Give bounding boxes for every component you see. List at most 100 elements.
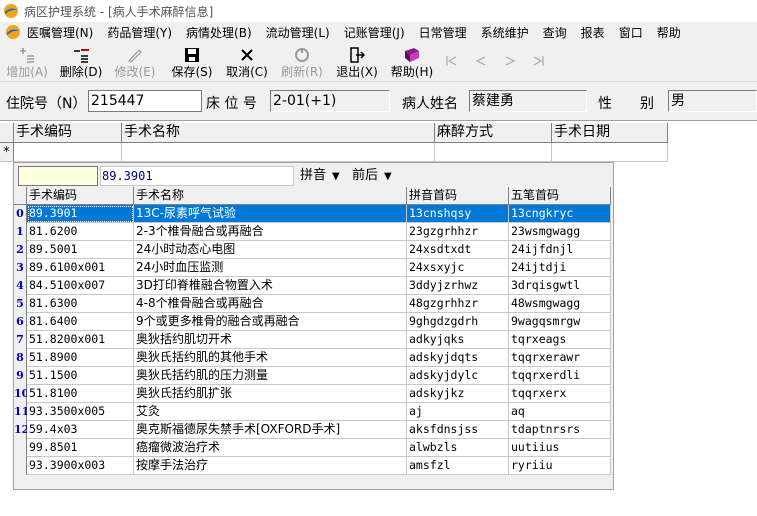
name-cell[interactable]: 艾灸 [134, 403, 407, 421]
name-cell[interactable]: 24小时动态心电图 [134, 241, 407, 259]
wubi-cell[interactable]: tqqrxerx [509, 385, 611, 403]
pinyin-cell[interactable]: 24xsdtxdt [407, 241, 509, 259]
first-icon[interactable] [444, 54, 458, 68]
col-surgery-code[interactable]: 手术编码 [14, 123, 122, 143]
pinyin-dropdown[interactable]: 拼音 ▼ [300, 167, 340, 185]
pinyin-cell[interactable]: adkyjqks [407, 331, 509, 349]
code-cell[interactable]: 51.8200x001 [27, 331, 134, 349]
lookup-row[interactable]: 0 89.3901 13C-尿素呼气试验 13cnshqsy 13cngkryc [14, 205, 611, 223]
wubi-cell[interactable]: ryriiu [509, 457, 611, 475]
code-cell[interactable]: 51.1500 [27, 367, 134, 385]
lookup-col-pinyin[interactable]: 拼音首码 [407, 187, 509, 205]
wubi-cell[interactable]: 13cngkryc [509, 205, 611, 223]
menu-item-flow[interactable]: 流动管理(L) [266, 24, 337, 41]
code-cell[interactable]: 84.5100x007 [27, 277, 134, 295]
col-surgery-name[interactable]: 手术名称 [122, 123, 435, 143]
lookup-row[interactable]: 1 81.6200 2-3个椎骨融合或再融合 23gzgrhhzr 23wsmgwagg [14, 223, 611, 241]
lookup-row[interactable]: 12 59.4x03 奥克斯福德尿失禁手术[OXFORD手术] aksfdnsjss t… [14, 421, 611, 439]
pinyin-cell[interactable]: adskyjdylc [407, 367, 509, 385]
wubi-cell[interactable]: 48wsmgwagg [509, 295, 611, 313]
name-cell[interactable]: 13C-尿素呼气试验 [134, 205, 407, 223]
col-surgery-date[interactable]: 手术日期 [552, 123, 668, 143]
code-cell[interactable]: 59.4x03 [27, 421, 134, 439]
menu-item-daily[interactable]: 日常管理 [419, 24, 474, 41]
add-button[interactable]: 增加(A) [4, 46, 50, 80]
wubi-cell[interactable]: tqrxeags [509, 331, 611, 349]
wubi-cell[interactable]: tdaptnrsrs [509, 421, 611, 439]
next-icon[interactable] [503, 54, 517, 68]
menu-item-window[interactable]: 窗口 [619, 24, 650, 41]
lookup-row[interactable]: 2 89.5001 24小时动态心电图 24xsdtxdt 24ijfdnjl [14, 241, 611, 259]
name-cell[interactable]: 24小时血压监测 [134, 259, 407, 277]
menu-item-orders[interactable]: 医嘱管理(N) [27, 24, 100, 41]
pinyin-cell[interactable]: 9ghgdzgdrh [407, 313, 509, 331]
name-cell[interactable]: 奥狄氏括约肌的压力测量 [134, 367, 407, 385]
col-anesthesia[interactable]: 麻醉方式 [435, 123, 552, 143]
pinyin-cell[interactable]: alwbzls [407, 439, 509, 457]
menu-item-query[interactable]: 查询 [543, 24, 574, 41]
lookup-row[interactable]: 9 51.1500 奥狄氏括约肌的压力测量 adskyjdylc tqqrxerdli [14, 367, 611, 385]
pinyin-cell[interactable]: 48gzgrhhzr [407, 295, 509, 313]
pinyin-cell[interactable]: aj [407, 403, 509, 421]
pinyin-cell[interactable]: 3ddyjzrhwz [407, 277, 509, 295]
code-cell[interactable]: 51.8900 [27, 349, 134, 367]
code-cell[interactable]: 89.3901 [27, 205, 134, 223]
match-dropdown[interactable]: 前后 ▼ [352, 167, 392, 185]
lookup-row[interactable]: 5 81.6300 4-8个椎骨融合或再融合 48gzgrhhzr 48wsmgwagg [14, 295, 611, 313]
new-row-name-cell[interactable] [122, 143, 435, 162]
menu-item-reports[interactable]: 报表 [581, 24, 612, 41]
name-cell[interactable]: 4-8个椎骨融合或再融合 [134, 295, 407, 313]
code-cell[interactable]: 99.8501 [27, 439, 134, 457]
lookup-row[interactable]: 7 51.8200x001 奥狄括约肌切开术 adkyjqks tqrxeags [14, 331, 611, 349]
code-cell[interactable]: 81.6200 [27, 223, 134, 241]
new-row-code-cell[interactable] [14, 143, 122, 162]
lookup-row[interactable]: 8 51.8900 奥狄氏括约肌的其他手术 adskyjdqts tqqrxerawr [14, 349, 611, 367]
wubi-cell[interactable]: 23wsmgwagg [509, 223, 611, 241]
lookup-col-code[interactable]: 手术编码 [27, 187, 134, 205]
lookup-row[interactable]: 93.3900x003 按摩手法治疗 amsfzl ryriiu [14, 457, 611, 475]
wubi-cell[interactable]: uutiius [509, 439, 611, 457]
wubi-cell[interactable]: 3drqisgwtl [509, 277, 611, 295]
code-cell[interactable]: 51.8100 [27, 385, 134, 403]
code-cell[interactable]: 93.3900x003 [27, 457, 134, 475]
prev-icon[interactable] [474, 54, 488, 68]
wubi-cell[interactable]: 24ijfdnjl [509, 241, 611, 259]
name-cell[interactable]: 癌瘤微波治疗术 [134, 439, 407, 457]
lookup-row[interactable]: 99.8501 癌瘤微波治疗术 alwbzls uutiius [14, 439, 611, 457]
name-cell[interactable]: 奥克斯福德尿失禁手术[OXFORD手术] [134, 421, 407, 439]
code-cell[interactable]: 93.3500x005 [27, 403, 134, 421]
code-cell[interactable]: 89.6100x001 [27, 259, 134, 277]
pinyin-cell[interactable]: adskyjdqts [407, 349, 509, 367]
name-cell[interactable]: 奥狄氏括约肌的其他手术 [134, 349, 407, 367]
admission-no-field[interactable]: 215447 [88, 90, 202, 112]
menu-item-billing[interactable]: 记账管理(J) [344, 24, 412, 41]
lookup-col-name[interactable]: 手术名称 [134, 187, 407, 205]
menu-item-drugs[interactable]: 药品管理(Y) [107, 24, 179, 41]
code-cell[interactable]: 81.6300 [27, 295, 134, 313]
name-cell[interactable]: 9个或更多椎骨的融合或再融合 [134, 313, 407, 331]
mdi-child-icon[interactable] [5, 24, 21, 40]
pinyin-cell[interactable]: amsfzl [407, 457, 509, 475]
pinyin-cell[interactable]: 24xsxyjc [407, 259, 509, 277]
code-cell[interactable]: 89.5001 [27, 241, 134, 259]
refresh-button[interactable]: 刷新(R) [279, 46, 325, 80]
pinyin-cell[interactable]: 13cnshqsy [407, 205, 509, 223]
code-cell[interactable]: 81.6400 [27, 313, 134, 331]
exit-button[interactable]: 退出(X) [334, 46, 380, 80]
pinyin-cell[interactable]: 23gzgrhhzr [407, 223, 509, 241]
new-row-anesthesia-cell[interactable] [435, 143, 552, 162]
lookup-col-wubi[interactable]: 五笔首码 [509, 187, 611, 205]
new-row-date-cell[interactable] [552, 143, 668, 162]
name-cell[interactable]: 3D打印脊椎融合物置入术 [134, 277, 407, 295]
name-cell[interactable]: 奥狄氏括约肌扩张 [134, 385, 407, 403]
lookup-row[interactable]: 6 81.6400 9个或更多椎骨的融合或再融合 9ghgdzgdrh 9wagqsmr… [14, 313, 611, 331]
cancel-button[interactable]: 取消(C) [224, 46, 270, 80]
wubi-cell[interactable]: tqqrxerawr [509, 349, 611, 367]
menu-item-system[interactable]: 系统维护 [481, 24, 536, 41]
name-cell[interactable]: 2-3个椎骨融合或再融合 [134, 223, 407, 241]
pinyin-cell[interactable]: aksfdnsjss [407, 421, 509, 439]
last-icon[interactable] [532, 54, 546, 68]
lookup-row[interactable]: 11 93.3500x005 艾灸 aj aq [14, 403, 611, 421]
lookup-row[interactable]: 4 84.5100x007 3D打印脊椎融合物置入术 3ddyjzrhwz 3drqis… [14, 277, 611, 295]
wubi-cell[interactable]: 9wagqsmrgw [509, 313, 611, 331]
